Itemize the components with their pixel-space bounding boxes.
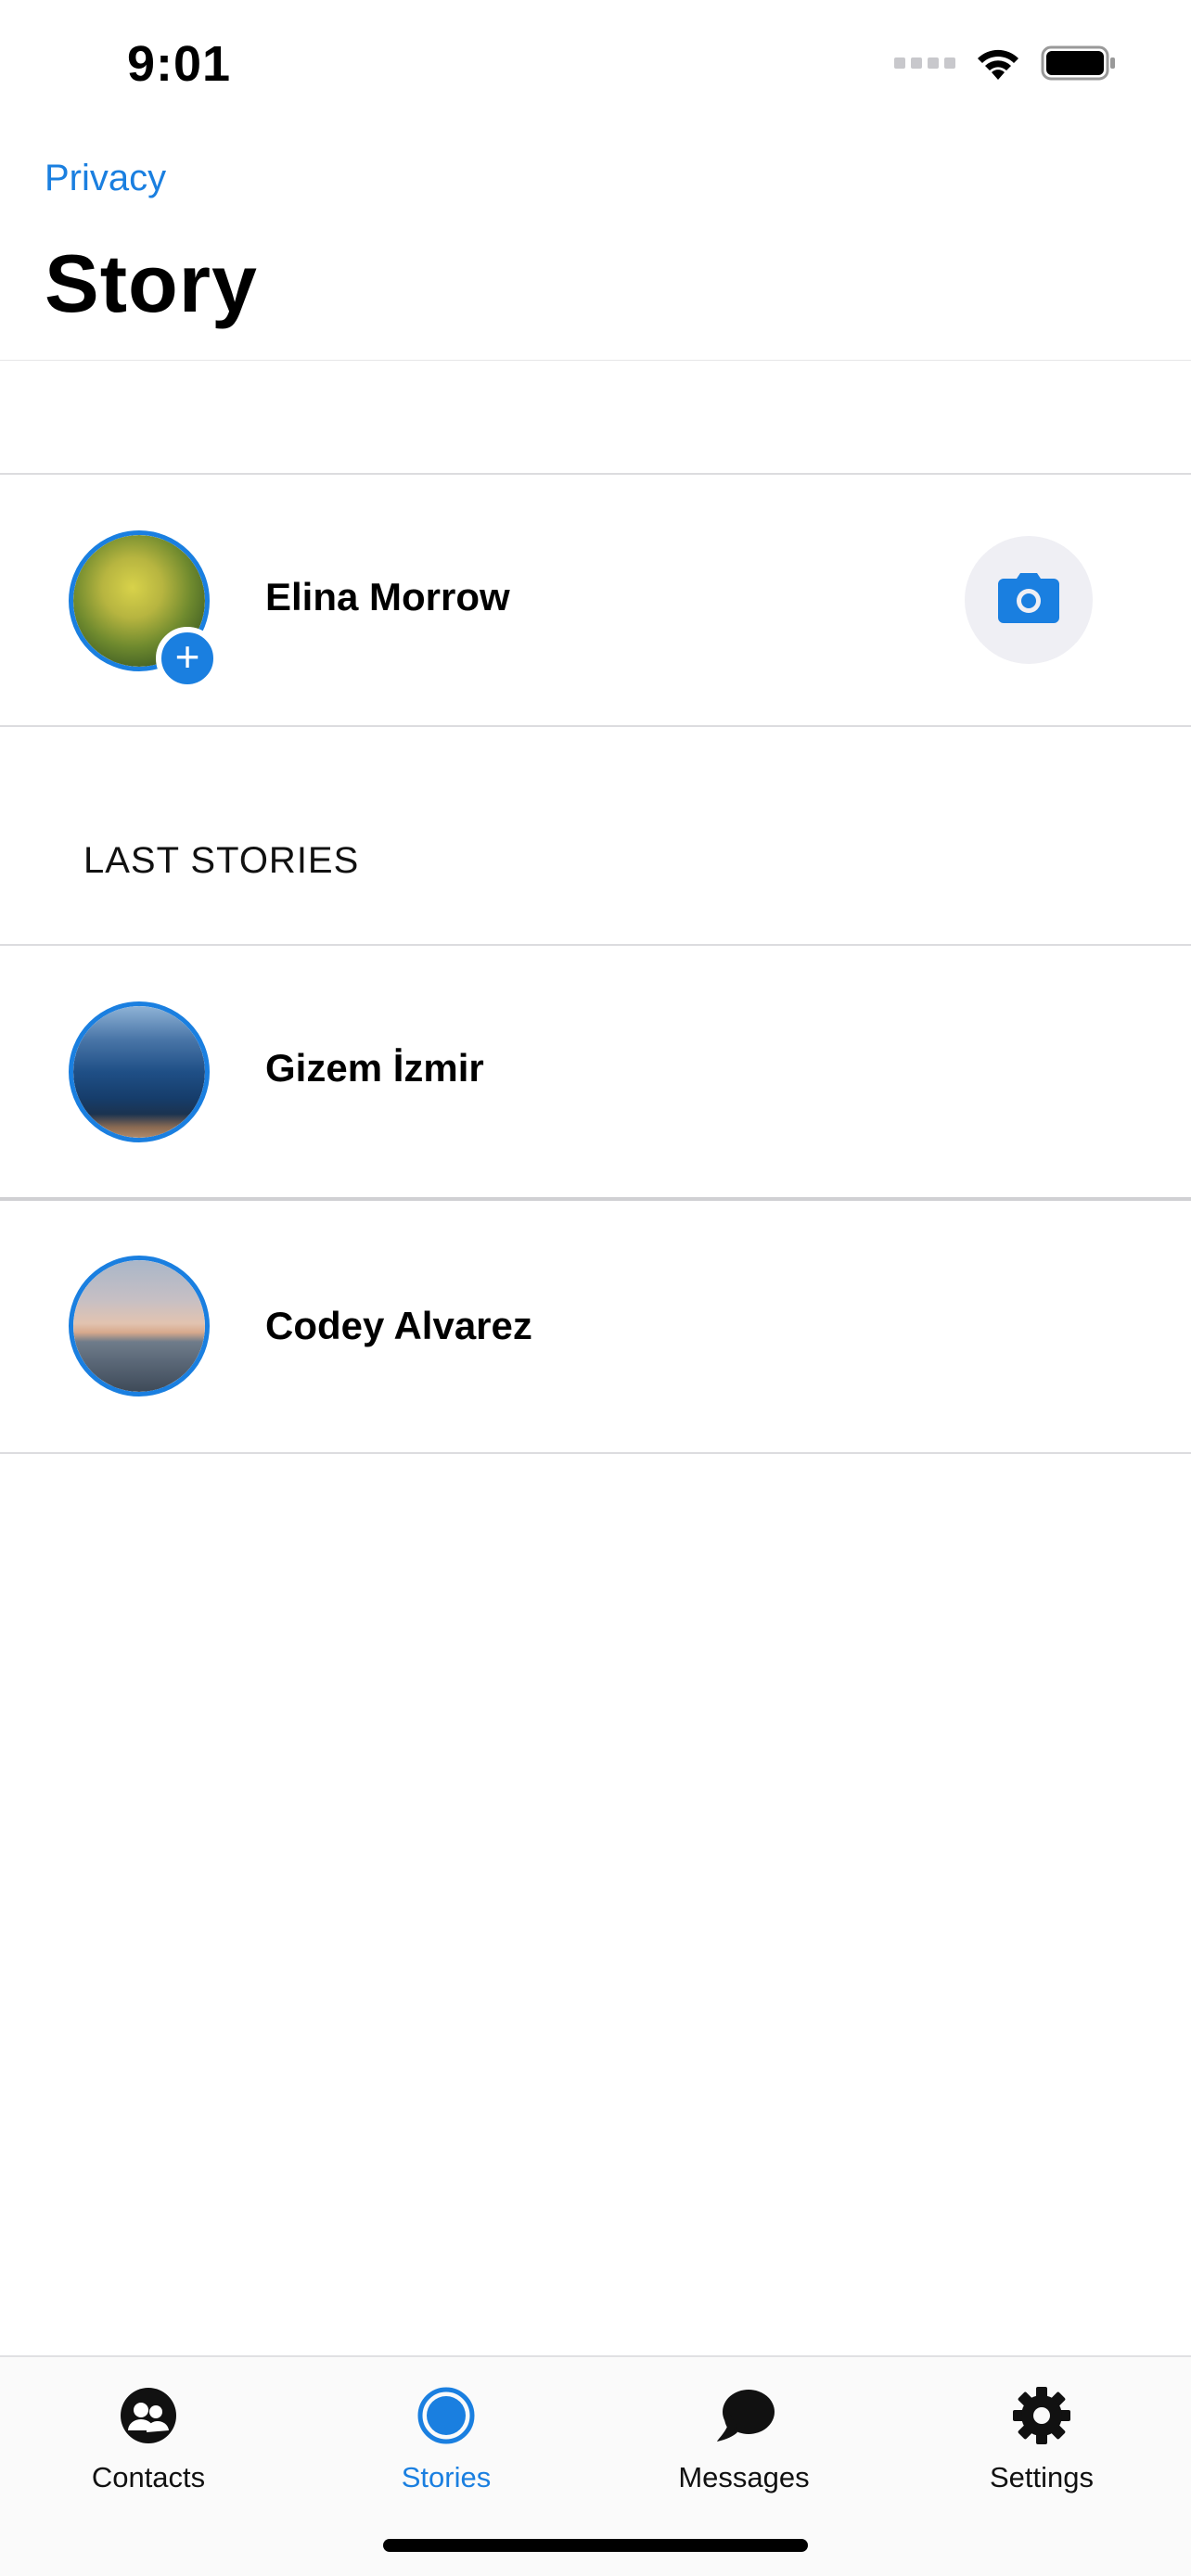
last-stories-header: LAST STORIES [83, 840, 360, 881]
tab-settings[interactable]: Settings [930, 2376, 1153, 2515]
tab-label: Messages [678, 2461, 810, 2493]
story-name: Gizem İzmir [265, 1046, 484, 1090]
tab-label: Contacts [91, 2461, 206, 2493]
status-time: 9:01 [127, 36, 232, 92]
cellular-signal-icon [894, 57, 955, 69]
story-avatar[interactable] [69, 1256, 210, 1396]
privacy-back-link[interactable]: Privacy [45, 158, 166, 199]
divider [0, 725, 1191, 727]
add-story-button[interactable]: + [156, 627, 219, 690]
page-title: Story [45, 237, 258, 329]
story-row[interactable]: Codey Alvarez [0, 1202, 1191, 1452]
divider [0, 360, 1191, 361]
story-name: Codey Alvarez [265, 1304, 532, 1347]
tab-stories[interactable]: Stories [335, 2376, 557, 2515]
status-bar: 9:01 [0, 0, 1191, 139]
tab-messages[interactable]: Messages [633, 2376, 855, 2515]
my-story-name: Elina Morrow [265, 575, 510, 618]
wifi-icon [974, 45, 1022, 82]
battery-icon [1041, 45, 1117, 81]
stories-icon [414, 2383, 479, 2448]
tab-contacts[interactable]: Contacts [37, 2376, 260, 2515]
divider [0, 1197, 1191, 1201]
status-icons [894, 45, 1117, 82]
settings-icon [1009, 2383, 1074, 2448]
tab-label: Stories [401, 2461, 492, 2493]
messages-icon [711, 2383, 776, 2448]
home-indicator[interactable] [383, 2539, 808, 2552]
camera-button[interactable] [965, 536, 1093, 664]
contacts-icon [116, 2383, 181, 2448]
divider [0, 1452, 1191, 1454]
camera-icon [996, 572, 1061, 628]
tab-label: Settings [989, 2461, 1094, 2493]
story-avatar[interactable] [69, 1001, 210, 1142]
story-row[interactable]: Gizem İzmir [0, 946, 1191, 1196]
